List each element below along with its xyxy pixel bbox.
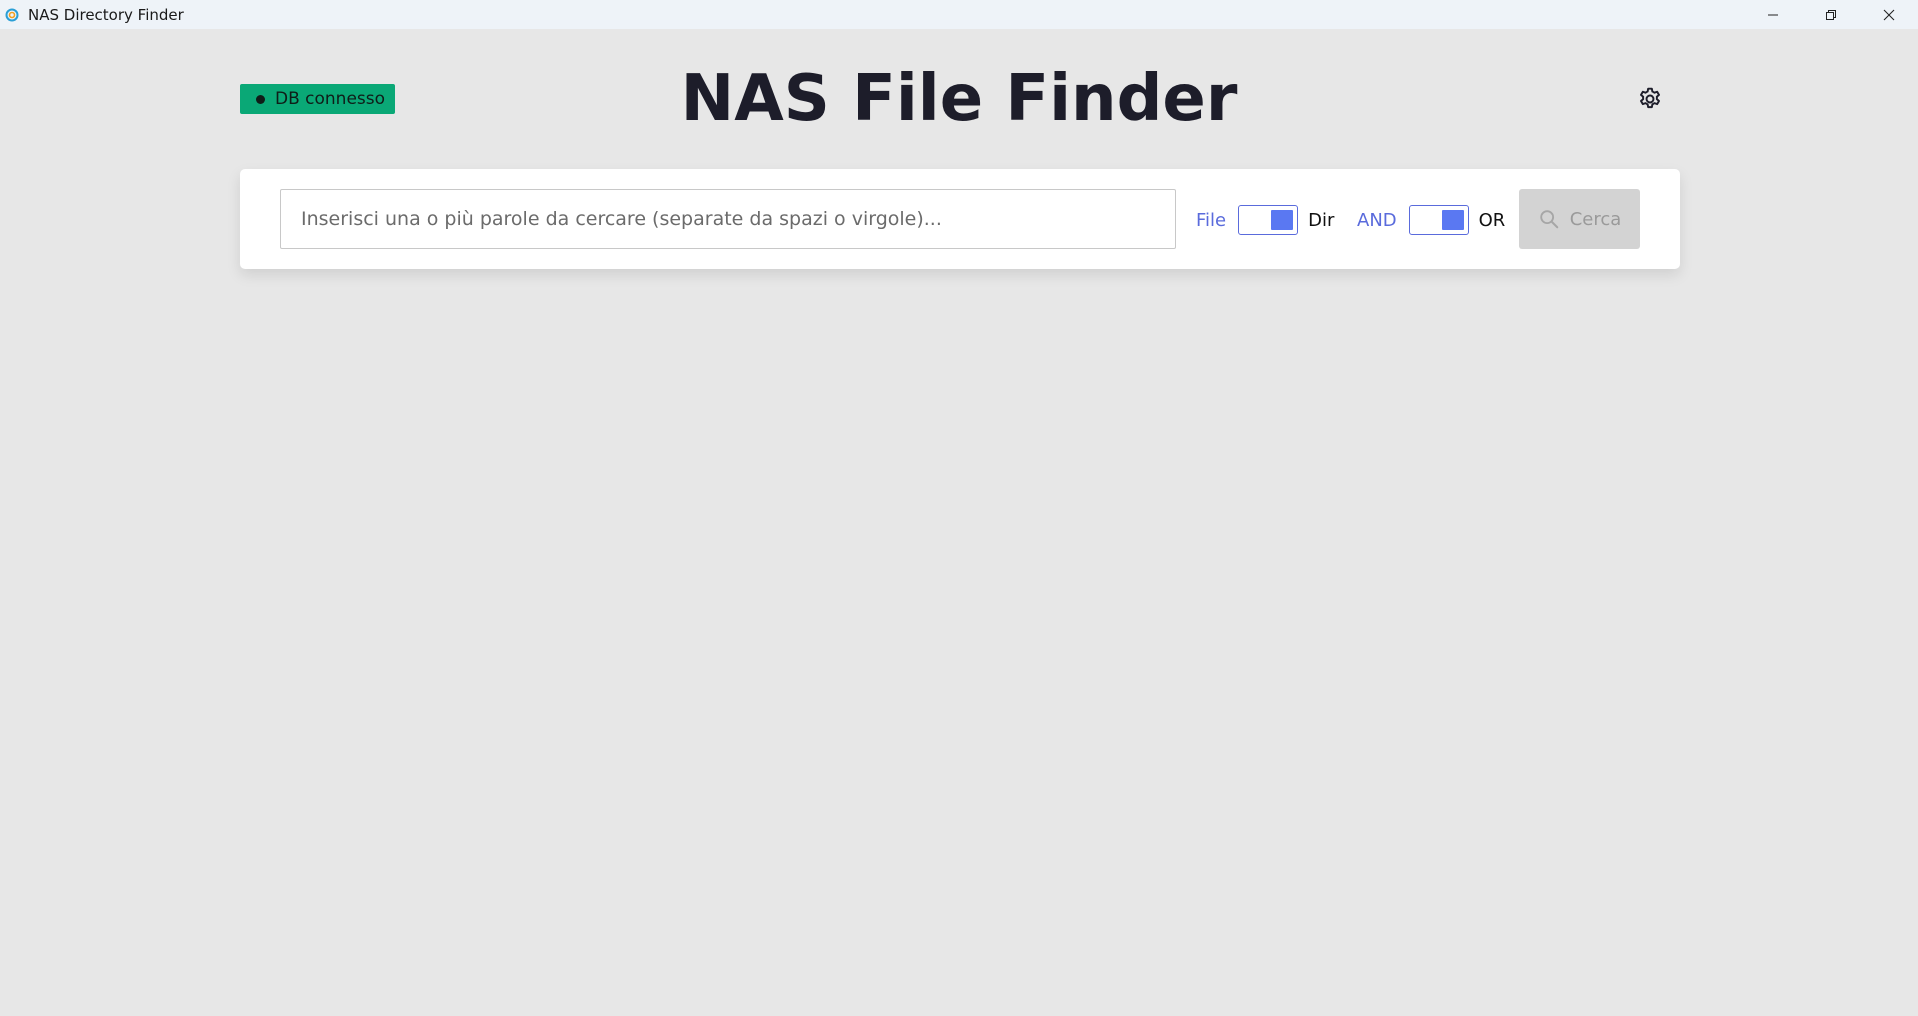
search-icon bbox=[1538, 208, 1560, 230]
type-toggle-dir-label: Dir bbox=[1308, 209, 1335, 231]
app-icon bbox=[4, 7, 20, 23]
search-panel: File Dir AND OR Cerca bbox=[240, 169, 1680, 269]
page-title: NAS File Finder bbox=[680, 62, 1238, 136]
search-input[interactable] bbox=[280, 189, 1176, 249]
logic-toggle-knob bbox=[1441, 210, 1464, 230]
window-title: NAS Directory Finder bbox=[28, 5, 184, 24]
restore-button[interactable] bbox=[1802, 0, 1860, 29]
search-button-label: Cerca bbox=[1569, 208, 1622, 230]
settings-button[interactable] bbox=[1636, 85, 1664, 113]
type-toggle-switch[interactable] bbox=[1238, 205, 1299, 235]
minimize-button[interactable] bbox=[1744, 0, 1802, 29]
type-toggle-knob bbox=[1271, 210, 1294, 230]
type-toggle-group: File Dir bbox=[1196, 205, 1334, 235]
type-toggle-file-label: File bbox=[1196, 209, 1227, 231]
gear-icon bbox=[1640, 87, 1660, 109]
close-button[interactable] bbox=[1860, 0, 1918, 29]
search-button[interactable]: Cerca bbox=[1519, 189, 1640, 249]
logic-toggle-or-label: OR bbox=[1478, 209, 1506, 231]
window-titlebar: NAS Directory Finder bbox=[0, 0, 1918, 29]
logic-toggle-and-label: AND bbox=[1357, 209, 1397, 231]
close-icon bbox=[1883, 9, 1895, 20]
minimize-icon bbox=[1768, 14, 1778, 15]
window-controls bbox=[1744, 0, 1918, 29]
logic-toggle-switch[interactable] bbox=[1408, 205, 1469, 235]
restore-icon bbox=[1826, 9, 1836, 20]
logic-toggle-group: AND OR bbox=[1357, 205, 1505, 235]
